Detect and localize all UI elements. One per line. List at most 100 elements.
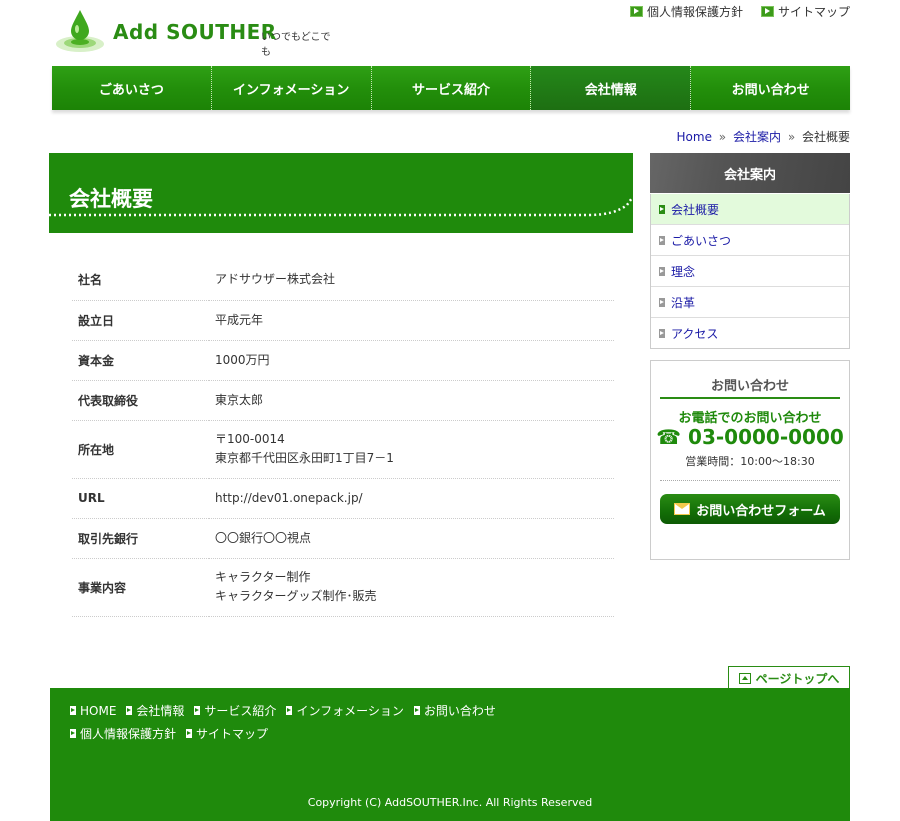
sidebar-item-overview[interactable]: 会社概要 [651, 194, 849, 224]
footer-link-contact[interactable]: お問い合わせ [413, 702, 496, 719]
footer-link-label: 個人情報保護方針 [80, 727, 177, 741]
row-key: 事業内容 [72, 558, 209, 617]
sidebar-item-label: 会社概要 [671, 202, 720, 217]
row-value: アドサウザー株式会社 [209, 260, 614, 301]
page-title-banner: 会社概要 [49, 153, 633, 233]
bullet-arrow-icon [186, 729, 193, 738]
arrow-up-icon [738, 672, 751, 684]
row-key: URL [72, 478, 209, 519]
row-value: キャラクター制作 キャラクターグッズ制作･販売 [209, 558, 614, 617]
page-title: 会社概要 [69, 187, 153, 211]
nav-item-services[interactable]: サービス紹介 [372, 66, 532, 110]
arrow-right-icon [629, 6, 643, 17]
logo-text: Add SOUTHER [113, 20, 277, 44]
footer-link-privacy[interactable]: 個人情報保護方針 [70, 725, 176, 742]
address: 東京都千代田区永田町1丁目7－1 [215, 451, 394, 465]
footer-link-services[interactable]: サービス紹介 [194, 702, 276, 719]
arrow-right-icon [760, 6, 774, 17]
row-value: 平成元年 [209, 300, 614, 341]
business-hours: 営業時間：10:00～18:30 [685, 455, 815, 468]
util-link-privacy[interactable]: 個人情報保護方針 [629, 3, 743, 20]
footer-link-home[interactable]: HOME [70, 702, 116, 719]
row-value-url[interactable]: http://dev01.onepack.jp/ [209, 478, 614, 519]
global-nav: ごあいさつ インフォメーション サービス紹介 会社情報 お問い合わせ [52, 66, 850, 110]
sidebar-item-philosophy[interactable]: 理念 [651, 255, 849, 286]
water-drop-logo-icon [56, 10, 104, 52]
row-value: 〒100-0014 東京都千代田区永田町1丁目7－1 [209, 420, 614, 479]
bullet-arrow-icon [126, 706, 133, 715]
contact-heading: お問い合わせ [660, 375, 840, 399]
contact-form-button[interactable]: お問い合わせフォーム [660, 494, 840, 524]
row-key: 社名 [72, 260, 209, 301]
footer: HOME 会社情報 サービス紹介 インフォメーション お問い合わせ 個人情報保護… [50, 688, 850, 821]
breadcrumb-parent[interactable]: 会社案内 [733, 130, 781, 144]
bullet-arrow-icon [413, 706, 420, 715]
bullet-arrow-icon [659, 297, 665, 307]
mail-icon [674, 503, 691, 515]
footer-link-label: サービス紹介 [204, 704, 277, 718]
sidebar-item-label: 理念 [671, 264, 696, 279]
phone-number: ☎ 03-0000-0000 [656, 425, 844, 449]
bullet-arrow-icon [70, 729, 76, 738]
postal-code: 〒100-0014 [215, 432, 285, 446]
page-top-label: ページトップへ [755, 671, 840, 686]
footer-link-label: インフォメーション [296, 704, 404, 718]
footer-link-label: サイトマップ [196, 727, 269, 741]
util-link-sitemap[interactable]: サイトマップ [760, 3, 850, 20]
breadcrumb-home[interactable]: Home [677, 130, 712, 144]
copyright: Copyright (C) AddSOUTHER.Inc. All Rights… [307, 796, 593, 809]
table-row: URL http://dev01.onepack.jp/ [72, 478, 614, 519]
bullet-arrow-icon [659, 204, 665, 214]
business-line: キャラクターグッズ制作･販売 [215, 589, 377, 603]
footer-link-company[interactable]: 会社情報 [126, 702, 184, 719]
company-info-table: 社名 アドサウザー株式会社 設立日 平成元年 資本金 1000万円 代表取締役 … [72, 260, 614, 617]
contact-form-label: お問い合わせフォーム [696, 503, 826, 519]
breadcrumb: Home » 会社案内 » 会社概要 [677, 128, 850, 145]
sidebar-item-label: 沿革 [671, 295, 696, 310]
footer-link-label: HOME [80, 703, 117, 718]
footer-link-sitemap[interactable]: サイトマップ [186, 725, 268, 742]
table-row: 社名 アドサウザー株式会社 [72, 260, 614, 301]
sidebar-item-greeting[interactable]: ごあいさつ [651, 224, 849, 255]
sidebar-item-history[interactable]: 沿革 [651, 286, 849, 317]
sidebar-item-label: アクセス [671, 326, 719, 341]
bullet-arrow-icon [194, 706, 201, 715]
footer-links-row: 個人情報保護方針 サイトマップ [70, 725, 268, 742]
footer-link-information[interactable]: インフォメーション [286, 702, 404, 719]
table-row: 資本金 1000万円 [72, 340, 614, 381]
sidebar-item-access[interactable]: アクセス [651, 317, 849, 348]
nav-item-information[interactable]: インフォメーション [212, 66, 372, 110]
sidebar-item-label: ごあいさつ [671, 233, 732, 248]
page-top-button[interactable]: ページトップへ [728, 666, 850, 689]
site-logo[interactable]: Add SOUTHER いつでもどこでも [55, 10, 335, 58]
row-key: 設立日 [72, 300, 209, 341]
nav-item-contact[interactable]: お問い合わせ [691, 66, 850, 110]
row-value: 〇〇銀行〇〇視点 [209, 518, 614, 559]
bullet-arrow-icon [286, 706, 293, 715]
breadcrumb-separator: » [787, 130, 796, 144]
footer-link-label: お問い合わせ [423, 704, 496, 718]
divider [660, 480, 840, 481]
row-value: 1000万円 [209, 340, 614, 381]
row-key: 資本金 [72, 340, 209, 381]
phone-lead: お電話でのお問い合わせ [678, 411, 822, 426]
row-value: 東京太郎 [209, 380, 614, 421]
breadcrumb-separator: » [718, 130, 727, 144]
table-row: 取引先銀行 〇〇銀行〇〇視点 [72, 518, 614, 559]
logo-tagline: いつでもどこでも [261, 32, 331, 58]
table-row: 所在地 〒100-0014 東京都千代田区永田町1丁目7－1 [72, 420, 614, 479]
nav-item-company[interactable]: 会社情報 [531, 66, 692, 110]
nav-item-greeting[interactable]: ごあいさつ [52, 66, 212, 110]
table-row: 代表取締役 東京太郎 [72, 380, 614, 421]
util-link-label: 個人情報保護方針 [646, 5, 743, 19]
business-line: キャラクター制作 [215, 570, 311, 584]
footer-links-row: HOME 会社情報 サービス紹介 インフォメーション お問い合わせ [70, 702, 496, 719]
row-key: 取引先銀行 [72, 518, 209, 559]
utility-links: 個人情報保護方針 サイトマップ [629, 3, 850, 20]
bullet-arrow-icon [659, 235, 665, 245]
bullet-arrow-icon [70, 706, 76, 715]
bullet-arrow-icon [659, 266, 665, 276]
table-row: 事業内容 キャラクター制作 キャラクターグッズ制作･販売 [72, 558, 614, 617]
table-row: 設立日 平成元年 [72, 300, 614, 341]
row-key: 所在地 [72, 420, 209, 479]
